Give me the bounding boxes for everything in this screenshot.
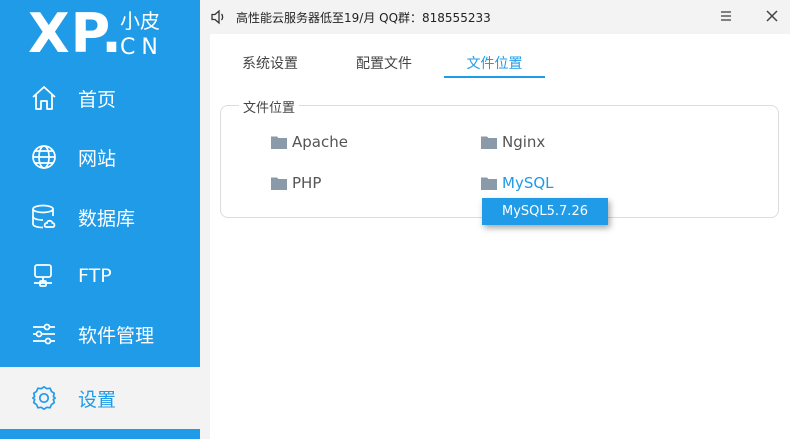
folder-label: Apache xyxy=(292,133,348,151)
sidebar-item-label: 数据库 xyxy=(78,207,136,230)
sliders-icon xyxy=(30,320,58,348)
gear-icon xyxy=(30,384,58,412)
tab-file-location[interactable]: 文件位置 xyxy=(444,50,545,78)
home-icon xyxy=(30,84,58,112)
sidebar-item-home[interactable]: 首页 xyxy=(0,69,200,127)
sidebar: XP. 小皮 CN 首页 网站 数据库 FTP 软件管理 设置 xyxy=(0,0,200,439)
folder-icon xyxy=(271,177,287,190)
folder-apache[interactable]: Apache xyxy=(271,133,348,151)
folder-icon xyxy=(271,136,287,149)
globe-icon xyxy=(30,143,58,171)
folder-label: MySQL xyxy=(502,174,554,192)
top-bar: 高性能云服务器低至19/月 QQ群：818555233 xyxy=(200,0,790,34)
group-title: 文件位置 xyxy=(239,97,300,116)
sidebar-item-label: 设置 xyxy=(78,388,117,411)
folder-php[interactable]: PHP xyxy=(271,174,321,192)
close-button[interactable] xyxy=(762,6,782,26)
logo-main: XP. xyxy=(28,2,123,65)
logo-cn: 小皮 xyxy=(120,9,160,33)
sidebar-footer xyxy=(0,430,200,439)
server-icon xyxy=(30,262,58,290)
main-content: 系统设置 配置文件 文件位置 文件位置 Apache Nginx PHP MyS… xyxy=(210,34,790,439)
app-logo: XP. 小皮 CN xyxy=(28,4,198,64)
sidebar-item-label: 首页 xyxy=(78,88,117,111)
speaker-icon xyxy=(210,8,228,26)
folder-label: PHP xyxy=(292,174,322,192)
notice-text[interactable]: 高性能云服务器低至19/月 QQ群：818555233 xyxy=(236,9,491,26)
minimize-icon xyxy=(721,11,731,21)
minimize-button[interactable] xyxy=(716,6,736,26)
sidebar-item-settings[interactable]: 设置 xyxy=(0,367,200,429)
sidebar-item-software[interactable]: 软件管理 xyxy=(0,305,200,363)
sidebar-item-ftp[interactable]: FTP xyxy=(0,247,200,305)
sidebar-item-label: 软件管理 xyxy=(78,324,155,347)
folder-mysql[interactable]: MySQL xyxy=(481,174,554,192)
sidebar-item-database[interactable]: 数据库 xyxy=(0,188,200,246)
mysql-version-dropdown-item[interactable]: MySQL5.7.26 xyxy=(482,198,608,225)
sidebar-item-website[interactable]: 网站 xyxy=(0,128,200,186)
tab-system-settings[interactable]: 系统设置 xyxy=(230,50,310,78)
folder-label: Nginx xyxy=(502,133,546,151)
close-icon xyxy=(766,10,778,22)
logo-domain: CN xyxy=(120,35,164,60)
sidebar-item-label: FTP xyxy=(78,265,112,287)
folder-icon xyxy=(481,136,497,149)
database-icon xyxy=(30,203,58,231)
tab-config-files[interactable]: 配置文件 xyxy=(344,50,424,78)
folder-nginx[interactable]: Nginx xyxy=(481,133,545,151)
sidebar-item-label: 网站 xyxy=(78,147,117,170)
settings-tabs: 系统设置 配置文件 文件位置 xyxy=(210,50,790,80)
folder-icon xyxy=(481,177,497,190)
